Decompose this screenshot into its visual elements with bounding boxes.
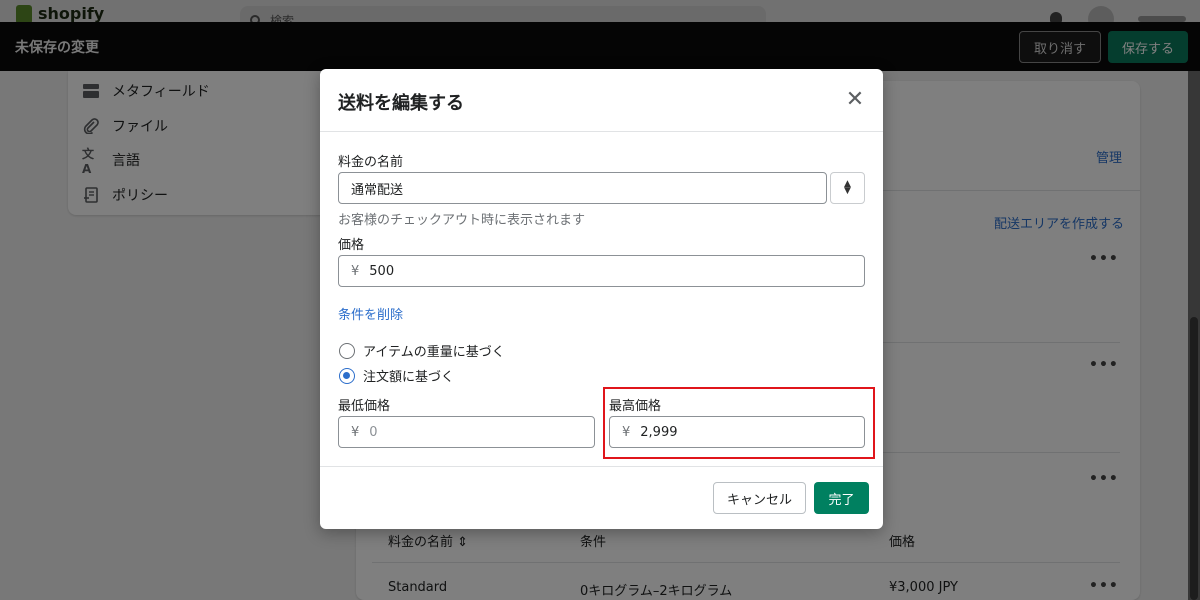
divider: [320, 466, 883, 467]
radio-circle: [339, 342, 355, 359]
min-price-label: 最低価格: [338, 399, 391, 414]
rate-name-input[interactable]: 通常配送: [338, 172, 827, 204]
rate-name-value: 通常配送: [351, 182, 404, 198]
min-price-placeholder: 0: [369, 424, 378, 440]
annotation-highlight-box: [603, 387, 875, 459]
rate-name-label: 料金の名前: [338, 155, 404, 170]
radio-label: アイテムの重量に基づく: [363, 345, 505, 360]
modal-title: 送料を編集する: [338, 93, 464, 114]
done-button[interactable]: 完了: [814, 482, 869, 514]
currency-symbol: ¥: [351, 263, 360, 279]
radio-label: 注文額に基づく: [363, 370, 455, 385]
radio-circle-selected: [339, 367, 355, 384]
edit-shipping-rate-modal: 送料を編集する ✕ 料金の名前 通常配送 ▲ ▼ お客様のチェックアウト時に表示…: [320, 69, 883, 529]
chevron-down-icon: ▼: [844, 186, 851, 196]
radio-based-on-order-price[interactable]: 注文額に基づく: [339, 366, 454, 385]
min-price-input[interactable]: ¥ 0: [338, 416, 595, 448]
remove-conditions-link[interactable]: 条件を削除: [338, 304, 403, 323]
divider: [320, 131, 883, 132]
currency-symbol: ¥: [351, 424, 360, 440]
radio-based-on-weight[interactable]: アイテムの重量に基づく: [339, 341, 505, 360]
cancel-button[interactable]: キャンセル: [713, 482, 806, 514]
rate-name-help-text: お客様のチェックアウト時に表示されます: [338, 213, 586, 228]
price-input[interactable]: ¥ 500: [338, 255, 865, 287]
close-icon[interactable]: ✕: [844, 89, 866, 111]
rate-name-selector-button[interactable]: ▲ ▼: [830, 172, 865, 204]
price-label: 価格: [338, 238, 365, 253]
price-value: 500: [369, 263, 395, 279]
